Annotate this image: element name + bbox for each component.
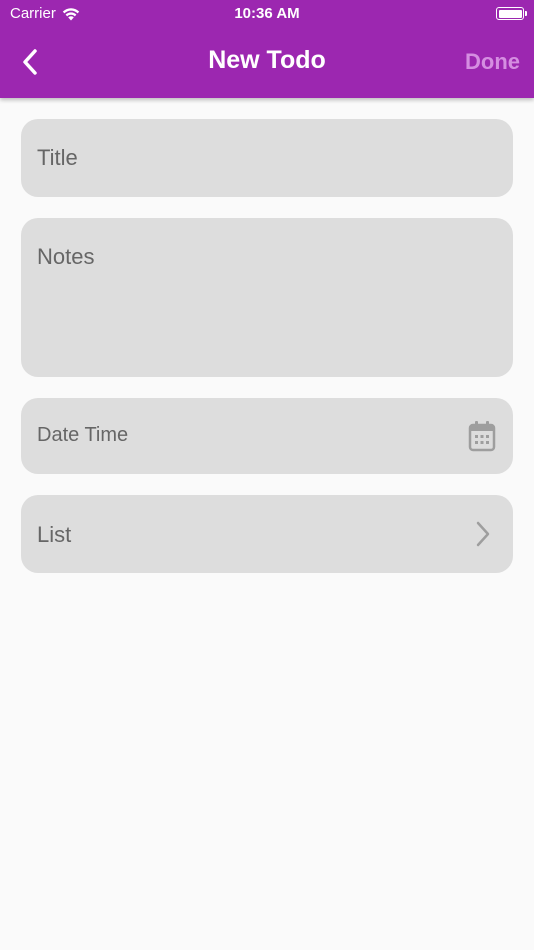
battery-icon [496,7,527,20]
status-time: 10:36 AM [234,5,300,22]
title-placeholder: Title [37,145,78,170]
done-button[interactable]: Done [465,49,520,75]
todo-form: Title Notes Date Time List [21,119,513,594]
notes-field[interactable]: Notes [21,218,513,377]
date-time-placeholder: Date Time [37,424,129,446]
app-bar: Carrier 10:36 AM New Todo Done [0,0,534,98]
battery-level [498,9,522,18]
chevron-right-icon [476,521,490,547]
date-time-field[interactable]: Date Time [21,398,513,474]
list-placeholder: List [37,522,72,547]
title-field[interactable]: Title [21,119,513,197]
status-bar: Carrier 10:36 AM [0,0,534,28]
calendar-icon [468,421,496,452]
page-title: New Todo [208,46,326,74]
notes-placeholder: Notes [37,244,95,269]
list-field[interactable]: List [21,495,513,573]
